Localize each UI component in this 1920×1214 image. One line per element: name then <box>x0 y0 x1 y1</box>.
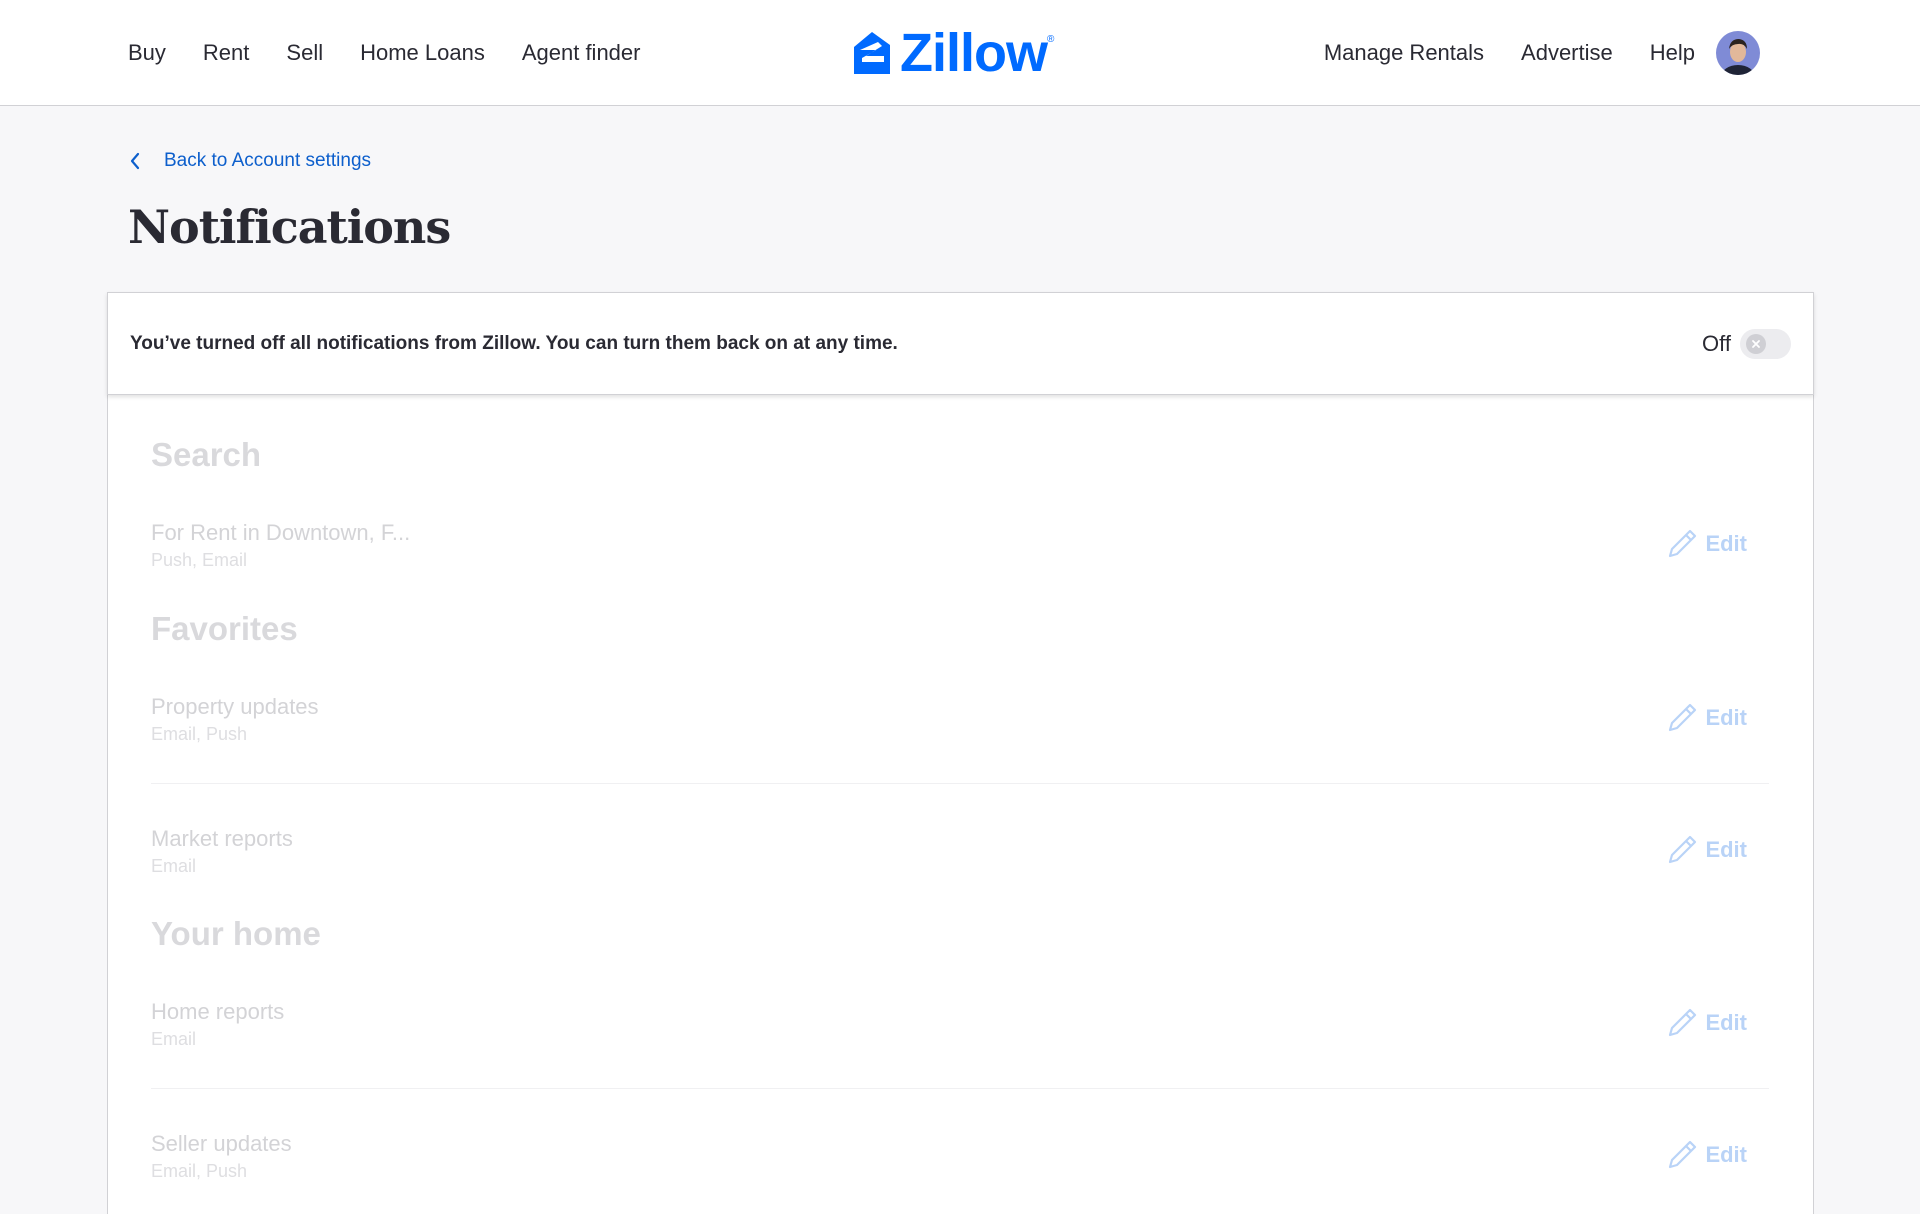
edit-label: Edit <box>1705 1010 1747 1035</box>
list-item: Property updates Email, Push Edit <box>151 694 1769 754</box>
edit-button[interactable]: Edit <box>1664 1137 1747 1173</box>
zillow-house-icon <box>854 32 890 74</box>
list-item: Home reports Email Edit <box>151 999 1769 1059</box>
notification-channels: Email <box>151 856 197 876</box>
nav-home-loans-link[interactable]: Home Loans <box>360 40 485 66</box>
edit-label: Edit <box>1705 1142 1747 1167</box>
edit-label: Edit <box>1705 705 1747 730</box>
edit-label: Edit <box>1705 531 1747 556</box>
nav-advertise-link[interactable]: Advertise <box>1521 40 1613 66</box>
toggle-state-label: Off <box>1702 330 1731 356</box>
notifications-off-banner: You’ve turned off all notifications from… <box>107 292 1814 395</box>
nav-rent-link[interactable]: Rent <box>203 40 249 66</box>
zillow-logo[interactable]: Zillow ® <box>852 23 1055 83</box>
pencil-icon <box>1669 1140 1697 1169</box>
back-link-label: Back to Account settings <box>164 150 372 171</box>
notification-channels: Email, Push <box>151 1161 248 1181</box>
x-icon <box>1752 339 1760 348</box>
nav-help-link[interactable]: Help <box>1650 40 1695 66</box>
nav-manage-rentals-link[interactable]: Manage Rentals <box>1324 40 1484 66</box>
list-item: Seller updates Email, Push Edit <box>151 1131 1769 1191</box>
logo-wordmark: Zillow <box>900 23 1048 83</box>
edit-button[interactable]: Edit <box>1664 526 1747 562</box>
pencil-icon <box>1669 529 1697 558</box>
edit-label: Edit <box>1705 837 1747 862</box>
row-divider <box>151 783 1769 784</box>
top-navigation: Buy Rent Sell Home Loans Agent finder Zi… <box>0 0 1920 106</box>
back-to-account-settings-link[interactable]: Back to Account settings <box>128 150 371 172</box>
notification-title: Home reports <box>151 999 285 1024</box>
notification-title: For Rent in Downtown, F... <box>151 520 411 545</box>
primary-nav: Buy Rent Sell Home Loans Agent finder <box>128 0 677 106</box>
notification-title: Property updates <box>151 694 319 719</box>
banner-message: You’ve turned off all notifications from… <box>130 332 898 354</box>
notification-channels: Push, Email <box>151 550 248 570</box>
all-notifications-toggle[interactable] <box>1740 328 1791 359</box>
section-heading-search: Search <box>151 436 262 473</box>
row-divider <box>151 1088 1769 1089</box>
user-avatar[interactable] <box>1716 31 1760 75</box>
pencil-icon <box>1669 703 1697 732</box>
notification-channels: Email, Push <box>151 724 248 744</box>
list-item: For Rent in Downtown, F... Push, Email E… <box>151 520 1769 580</box>
chevron-left-icon <box>130 152 140 170</box>
user-avatar-icon <box>1716 31 1760 75</box>
registered-mark: ® <box>1046 34 1055 45</box>
notification-settings-panel: Search For Rent in Downtown, F... Push, … <box>107 394 1814 1214</box>
pencil-icon <box>1669 1008 1697 1037</box>
toggle-knob <box>1746 333 1766 354</box>
nav-sell-link[interactable]: Sell <box>286 40 323 66</box>
notification-title: Seller updates <box>151 1131 292 1156</box>
section-heading-favorites: Favorites <box>151 610 298 647</box>
section-heading-your-home: Your home <box>151 915 321 952</box>
page-title: Notifications <box>128 200 451 254</box>
edit-button[interactable]: Edit <box>1664 700 1747 736</box>
pencil-icon <box>1669 835 1697 864</box>
master-toggle-group: Off <box>1702 328 1791 359</box>
edit-button[interactable]: Edit <box>1664 832 1747 868</box>
notification-channels: Email <box>151 1029 197 1049</box>
list-item: Market reports Email Edit <box>151 826 1769 886</box>
secondary-nav: Manage Rentals Advertise Help <box>1287 0 1760 106</box>
nav-buy-link[interactable]: Buy <box>128 40 166 66</box>
nav-agent-finder-link[interactable]: Agent finder <box>522 40 641 66</box>
notification-title: Market reports <box>151 826 293 851</box>
edit-button[interactable]: Edit <box>1664 1005 1747 1041</box>
